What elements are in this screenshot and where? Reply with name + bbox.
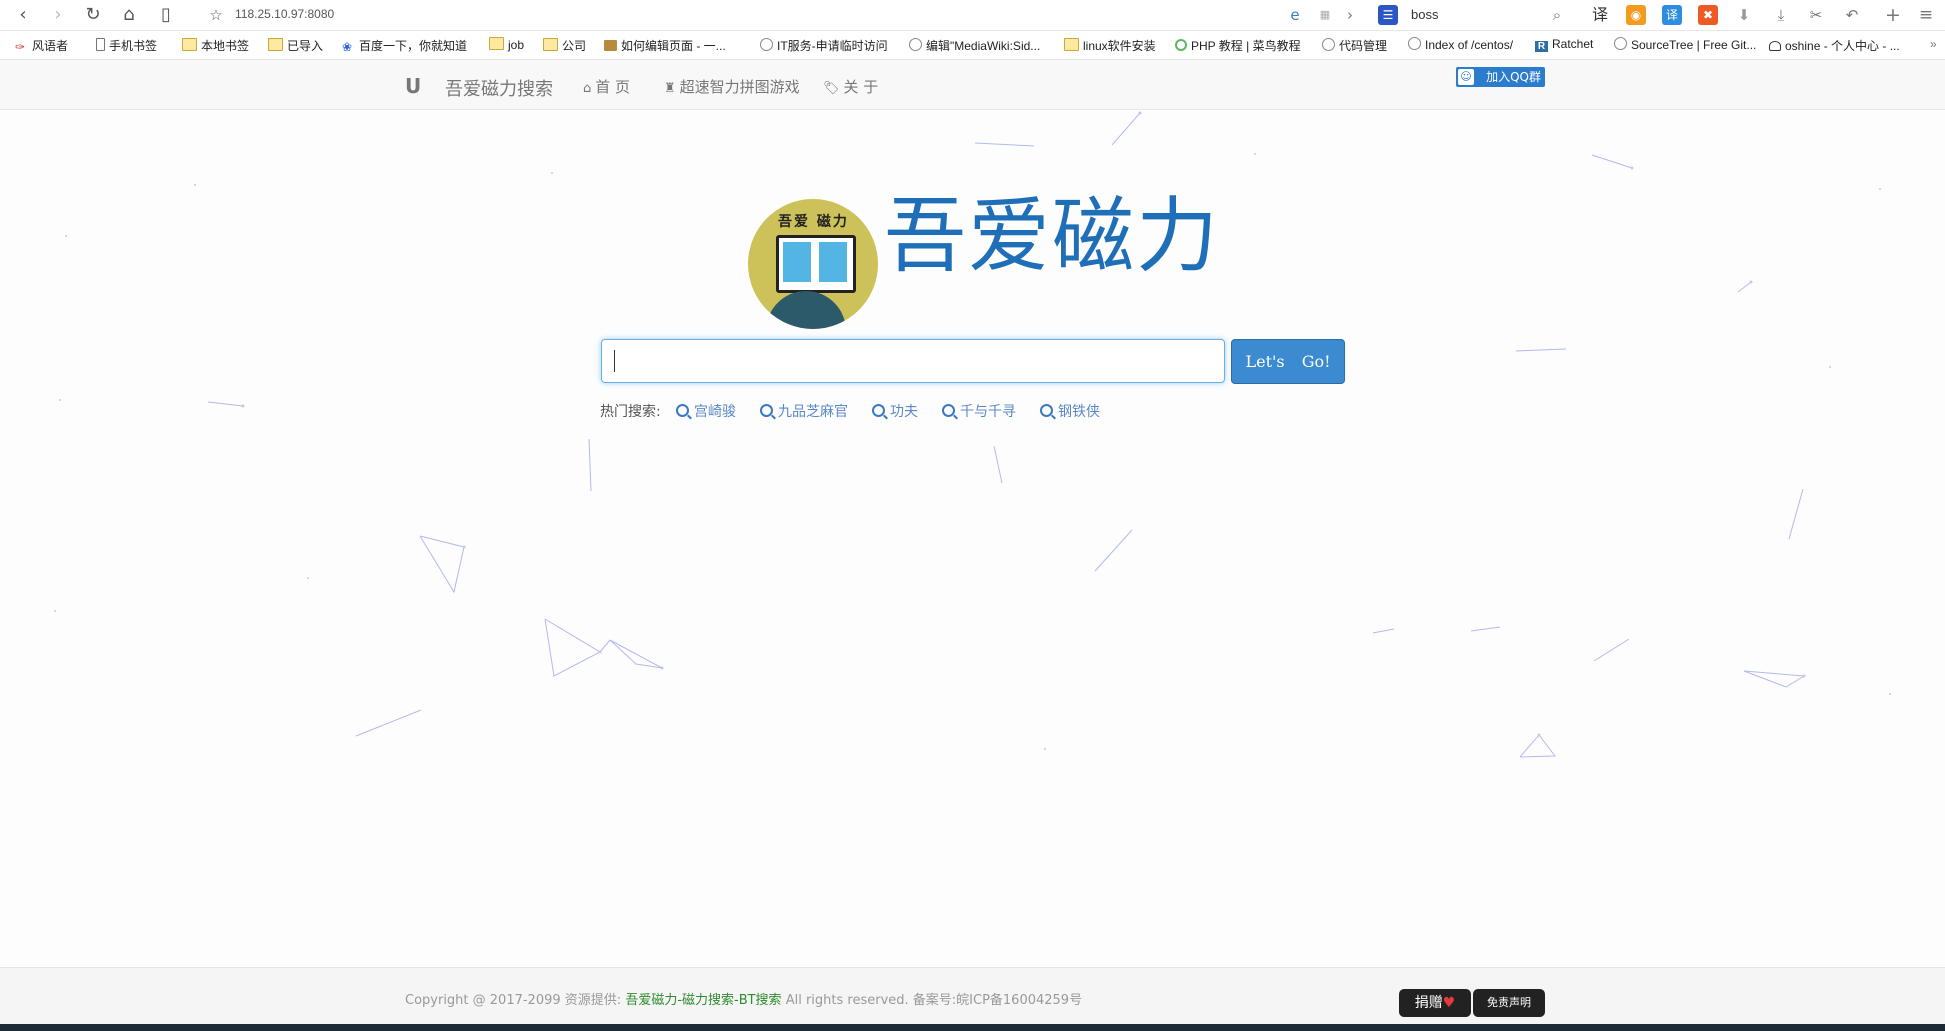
address-bar[interactable]: 118.25.10.97:8080 (235, 7, 334, 21)
brand-link[interactable]: 吾爱磁力搜索 (445, 75, 553, 101)
forward-icon[interactable]: › (47, 4, 69, 26)
bookmarks-overflow-icon[interactable]: » (1930, 37, 1937, 51)
nav-about[interactable]: 🏷 关 于 (823, 76, 878, 97)
bookmark-item[interactable]: IT服务-申请临时访问 (760, 37, 888, 54)
tags-icon: 🏷 (823, 81, 840, 96)
bookmark-item[interactable]: PHP 教程 | 菜鸟教程 (1175, 37, 1301, 54)
donate-button[interactable]: 捐赠♥ (1399, 989, 1471, 1017)
download-arrow-icon[interactable]: ⬇ (1734, 5, 1754, 25)
folder-icon (1064, 38, 1079, 51)
hot-search-item[interactable]: 九品芝麻官 (760, 401, 848, 421)
hot-search-item[interactable]: 宫崎骏 (676, 401, 736, 421)
hot-search-label: 热门搜索: (600, 404, 661, 420)
zoom-in-icon (676, 404, 689, 417)
footer-site-link[interactable]: 吾爱磁力-磁力搜索-BT搜索 (625, 993, 781, 1008)
join-qq-group-button[interactable]: ☺ 加入QQ群 (1456, 67, 1545, 87)
globe-icon (909, 38, 922, 51)
translate-icon[interactable]: 译 (1590, 5, 1610, 25)
zoom-in-icon (872, 404, 885, 417)
oshine-icon (1769, 41, 1781, 51)
qq-group-icon: ☺ (1458, 69, 1474, 85)
cloud-icon (766, 291, 846, 329)
undo-icon[interactable]: ↶ (1842, 5, 1862, 25)
bookmark-item[interactable]: 手机书签 (96, 37, 157, 54)
home-icon: ⌂ (583, 81, 592, 96)
bookmark-item[interactable]: 代码管理 (1322, 37, 1387, 54)
reload-icon[interactable]: ↻ (82, 4, 104, 26)
taskbar-edge (0, 1024, 1945, 1031)
site-logo: 吾爱 磁力 (748, 199, 878, 329)
site-footer: Copyright @ 2017-2099 资源提供: 吾爱磁力-磁力搜索-BT… (0, 967, 1945, 1025)
bookmark-folder[interactable]: 本地书签 (182, 37, 249, 54)
rook-icon: ♜ (664, 81, 676, 96)
disclaimer-button[interactable]: 免责声明 (1473, 989, 1545, 1017)
copyright-text: Copyright @ 2017-2099 资源提供: 吾爱磁力-磁力搜索-BT… (405, 993, 1083, 1008)
heart-icon: ♥ (1442, 995, 1456, 1011)
bookmark-item[interactable]: ❀ 百度一下，你就知道 (342, 37, 467, 54)
runoob-icon (1175, 39, 1187, 51)
folder-icon (182, 38, 197, 51)
tools-icon[interactable]: ✖ (1698, 5, 1718, 25)
hot-search-item[interactable]: 功夫 (872, 401, 918, 421)
bookmark-item[interactable]: 如何编辑页面 - 一... (604, 37, 726, 54)
nav-home[interactable]: ⌂ 首 页 (583, 76, 630, 97)
book-icon (776, 235, 856, 293)
bookmark-folder[interactable]: job (489, 37, 524, 52)
download-icon[interactable]: ⤓ (1771, 5, 1791, 25)
new-tab-icon[interactable]: + (1883, 5, 1903, 25)
folder-icon (268, 38, 283, 51)
bookmark-item[interactable]: SourceTree | Free Git... (1614, 37, 1756, 52)
logo-title: 吾爱磁力 (884, 189, 1221, 284)
folder-icon (489, 37, 504, 50)
baidu-icon: ❀ (342, 40, 353, 54)
globe-icon (760, 38, 773, 51)
globe-icon (1614, 37, 1627, 50)
hot-search-item[interactable]: 钢铁侠 (1040, 401, 1100, 421)
feather-icon: ✑ (15, 40, 26, 54)
home-browser-icon[interactable]: ⌂ (118, 4, 140, 26)
reader-icon[interactable]: ▯ (155, 4, 177, 26)
magnet-icon[interactable]: U (405, 74, 421, 98)
bookmark-folder[interactable]: 公司 (543, 37, 586, 54)
bookmark-item[interactable]: R Ratchet (1535, 37, 1593, 52)
chevron-right-icon[interactable]: › (1340, 5, 1360, 25)
phone-icon (96, 38, 105, 51)
game-icon[interactable]: ◉ (1626, 5, 1646, 25)
globe-icon (1408, 37, 1421, 50)
hot-search-item[interactable]: 千与千寻 (942, 401, 1016, 421)
ratchet-icon: R (1535, 41, 1548, 52)
browser-toolbar: ‹ › ↻ ⌂ ▯ ☆ 118.25.10.97:8080 e ▦ › ☰ bo… (0, 0, 1945, 31)
ie-mode-icon[interactable]: e (1285, 5, 1305, 25)
page-icon (604, 40, 617, 51)
browser-search-input[interactable]: boss (1411, 7, 1438, 22)
zoom-in-icon (1040, 404, 1053, 417)
bookmark-item[interactable]: oshine - 个人中心 - ... (1769, 37, 1900, 54)
zoom-in-icon (942, 404, 955, 417)
search-icon[interactable]: ⌕ (1547, 5, 1567, 25)
search-go-button[interactable]: Let's Go! (1231, 339, 1345, 384)
bookmark-folder[interactable]: 已导入 (268, 37, 323, 54)
baidu-search-engine-icon[interactable]: ☰ (1378, 5, 1398, 25)
text-caret (614, 350, 615, 372)
bookmark-item[interactable]: 编辑"MediaWiki:Sid... (909, 37, 1040, 54)
search-input[interactable] (601, 339, 1225, 383)
zoom-in-icon (760, 404, 773, 417)
globe-icon (1322, 38, 1335, 51)
nav-puzzle-game[interactable]: ♜ 超速智力拼图游戏 (664, 76, 800, 97)
menu-icon[interactable]: ≡ (1916, 5, 1936, 25)
site-navbar: U 吾爱磁力搜索 ⌂ 首 页 ♜ 超速智力拼图游戏 🏷 关 于 ☺ 加入QQ群 (0, 60, 1945, 110)
qr-icon[interactable]: ▦ (1315, 5, 1335, 25)
bookmark-folder[interactable]: linux软件安装 (1064, 37, 1156, 54)
logo-small-text: 吾爱 磁力 (778, 214, 849, 230)
bookmark-star-icon[interactable]: ☆ (205, 4, 227, 26)
back-icon[interactable]: ‹ (12, 4, 34, 26)
folder-icon (543, 38, 558, 51)
scissors-icon[interactable]: ✂ (1806, 5, 1826, 25)
bookmarks-bar: ✑ 风语者 手机书签 本地书签 已导入 ❀ 百度一下，你就知道 job 公司 如何编… (0, 31, 1945, 60)
bookmark-item[interactable]: Index of /centos/ (1408, 37, 1513, 52)
translate-ext-icon[interactable]: 译 (1662, 5, 1682, 25)
bookmark-item[interactable]: ✑ 风语者 (15, 37, 68, 54)
